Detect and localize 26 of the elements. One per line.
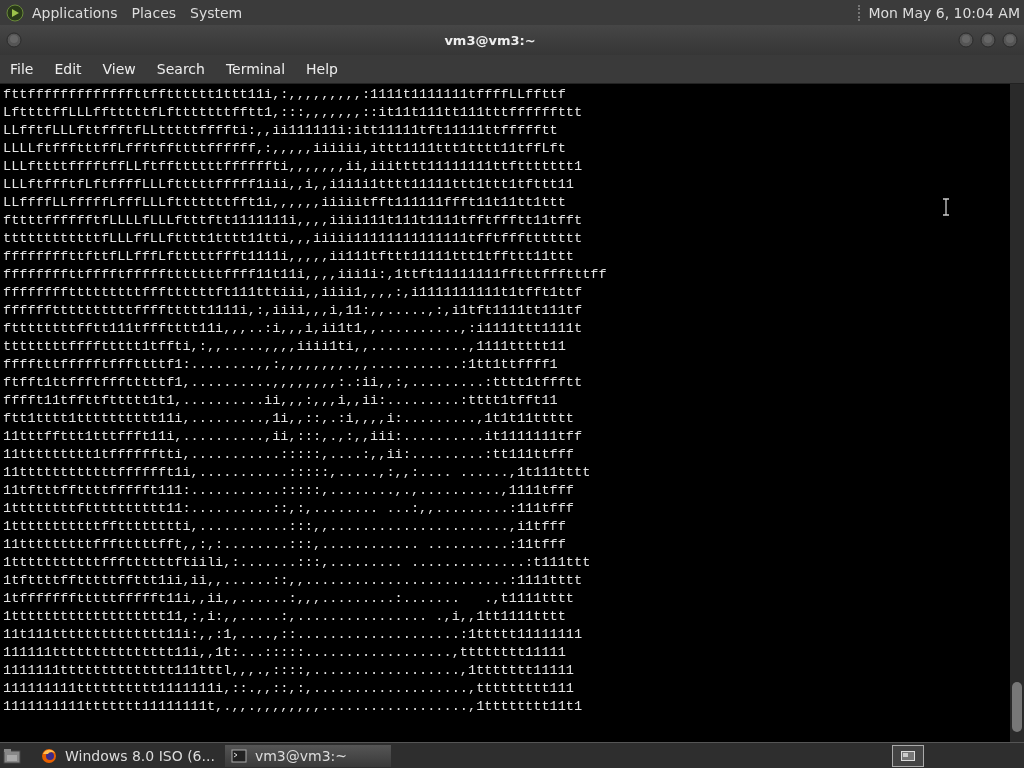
window-title: vm3@vm3:~ bbox=[443, 32, 537, 48]
workspace-switcher[interactable] bbox=[892, 744, 924, 767]
panel-menu[interactable]: Places bbox=[131, 4, 177, 21]
menu-item[interactable]: View bbox=[102, 61, 136, 77]
menu-item[interactable]: Help bbox=[306, 61, 338, 77]
menu-item[interactable]: Search bbox=[156, 61, 205, 77]
taskbar-button[interactable]: vm3@vm3:~ bbox=[224, 744, 391, 767]
menu-item[interactable]: Edit bbox=[54, 61, 82, 77]
clock[interactable]: Mon May 6, 10:04 AM bbox=[868, 4, 1020, 21]
distro-logo-icon bbox=[6, 3, 24, 22]
workspace-icon bbox=[901, 750, 915, 761]
close-button[interactable] bbox=[1002, 32, 1018, 48]
window-menu-icon bbox=[6, 32, 22, 48]
menu-item[interactable]: File bbox=[10, 61, 34, 77]
maximize-button[interactable] bbox=[980, 32, 996, 48]
scrollbar[interactable] bbox=[1010, 84, 1024, 742]
text-cursor-icon bbox=[942, 198, 950, 216]
terminal-output: fttfffffffffffffttfftttttt1ttt11i,:,,,,,,,,,:1111t1111111tffffLLffttf LfttttffLLLfftttttfLftttttttfftt1,:::,,,,,,,::it11t111tt111tttffffffttt LLfftfLLLfttffftfLLtttttffffti:,,ii111111i:itt11111tft11111ttffffftt LLLLftffftttffLffftffttttffffff,:,,,,,iiiiii,ittt1111ttt1tttt11tffLft LLLfttttfffftffLLftffttttttffffffti,,,,,,,ii,iiitttt11111111ttfttttttt1 LLLftffftfLftffffLLLftttttfffff1iii,,i,,i1i1i1tttt11111ttt1ttt1tfttt11 LLffffLLfffffLfffLLLftttttttfft1i,,,,,,iiiiitfft111111ffft11t11tt1ttt fttttfffffftfLLLLfLLLftttftt1111111i,,,,iiii111t111t1111tfftffftt11tfft ttttttttttttfLLLffLLftttt1tttt11tti,,,iiiii11111111111111tfftfffttttttt ffffffffttfttfLLfffLftttttffft1111i,,,,,ii111tfttt11111ttt1tffttt11ttt ffffffffttfffftffffftttttttffff11t11i,,,,iii1i:,1ttft11111111fftttffftttff fffffffftttttttttfffttttttft111tttiii,,iiii1,,,,:,i1111111111t1tfft1ttf ffffffttttttttttffffttttt1111i,:,iiii,,,i,11:,,.....,:,i1tft1111tt111tf fttttttttfftt111tffftttt11i,,,..:i,,,i,ii1t1,,..........,:i1111ttt1111t ttttttttffffttttt1tffti,:,,.....,,,,iiii1ti,,............,1111ttttt11 fffftttffffftfffttttf1:........,,:,,,,,,,,.,,...........:1tt1ttffff1 ftfft1ttffftffftttttf1,..........,,,,,,,,:.:ii,,:,.........:tttt1tffftt fffft11tffttfttttt1t1,..........ii,,,:,,,i,,ii:.........:tttt1tfft11 ftt1tttt1tttttttttt11i,.........,1i,,::,.:i,,,,i:.........,1t1t11ttttt 11tttffttt1tttffft11i,..........,ii,:::,.,:,,iii:..........it1111111tff 11ttttttttt1tfffffftti,...........:::::,....:,,ii:.........:tt111ttfff 11ttttttttttttfffffft1i,...........:::::,.....,:,,:.... ......,1t111tttt 11tftttffttttffffft111:...........:::::,........,.,..........,1111tfff 1ttttttttftttttttttt11:..........::,:,........ ...:,,.........:111tfff 1tttttttttttfftttttttti,...........:::,,......................,i1tfff 11tttttttttffftttttfft,,:,:........:::,............ ..........:11tfff 1tttttttttttfffttttttftiili,:.......:::,......... ..............:t111ttt 1tfttttfftttttffttt1ii,ii,,......::,,.........................:1111tttt 1tffffffftttttffffft11i,,ii,,......:,,,.........:....... .,t1111tttt 1ttttttttttttttttttt11,:,i:,,.....:,................ .,i,,1tt1111tttt 11t111tttttttttttttt11i:,,:1,....,::....................:1ttttt11111111 111111ttttttttttttttt11i,,1t:...:::::..................,tttttttt11111 1111111tttttttttttttt111tttl,,,.,::::,..................,1ttttttt11111 111111111tttttttttt1111111i,::.,,::,:,...................,ttttttttt111 1111111111ttttttt11111111t,.,,.,,,,,,,,..................,1tttttttt11t1 bbox=[2, 86, 607, 716]
menu-item[interactable]: Terminal bbox=[225, 61, 286, 77]
taskbar-button[interactable]: Windows 8.0 ISO (6... bbox=[35, 744, 221, 767]
terminal-icon bbox=[230, 747, 247, 764]
minimize-button[interactable] bbox=[958, 32, 974, 48]
show-desktop-icon bbox=[3, 747, 21, 764]
panel-menu[interactable]: Applications bbox=[32, 4, 118, 21]
panel-menu[interactable]: System bbox=[190, 4, 243, 21]
browser-icon bbox=[41, 747, 57, 764]
